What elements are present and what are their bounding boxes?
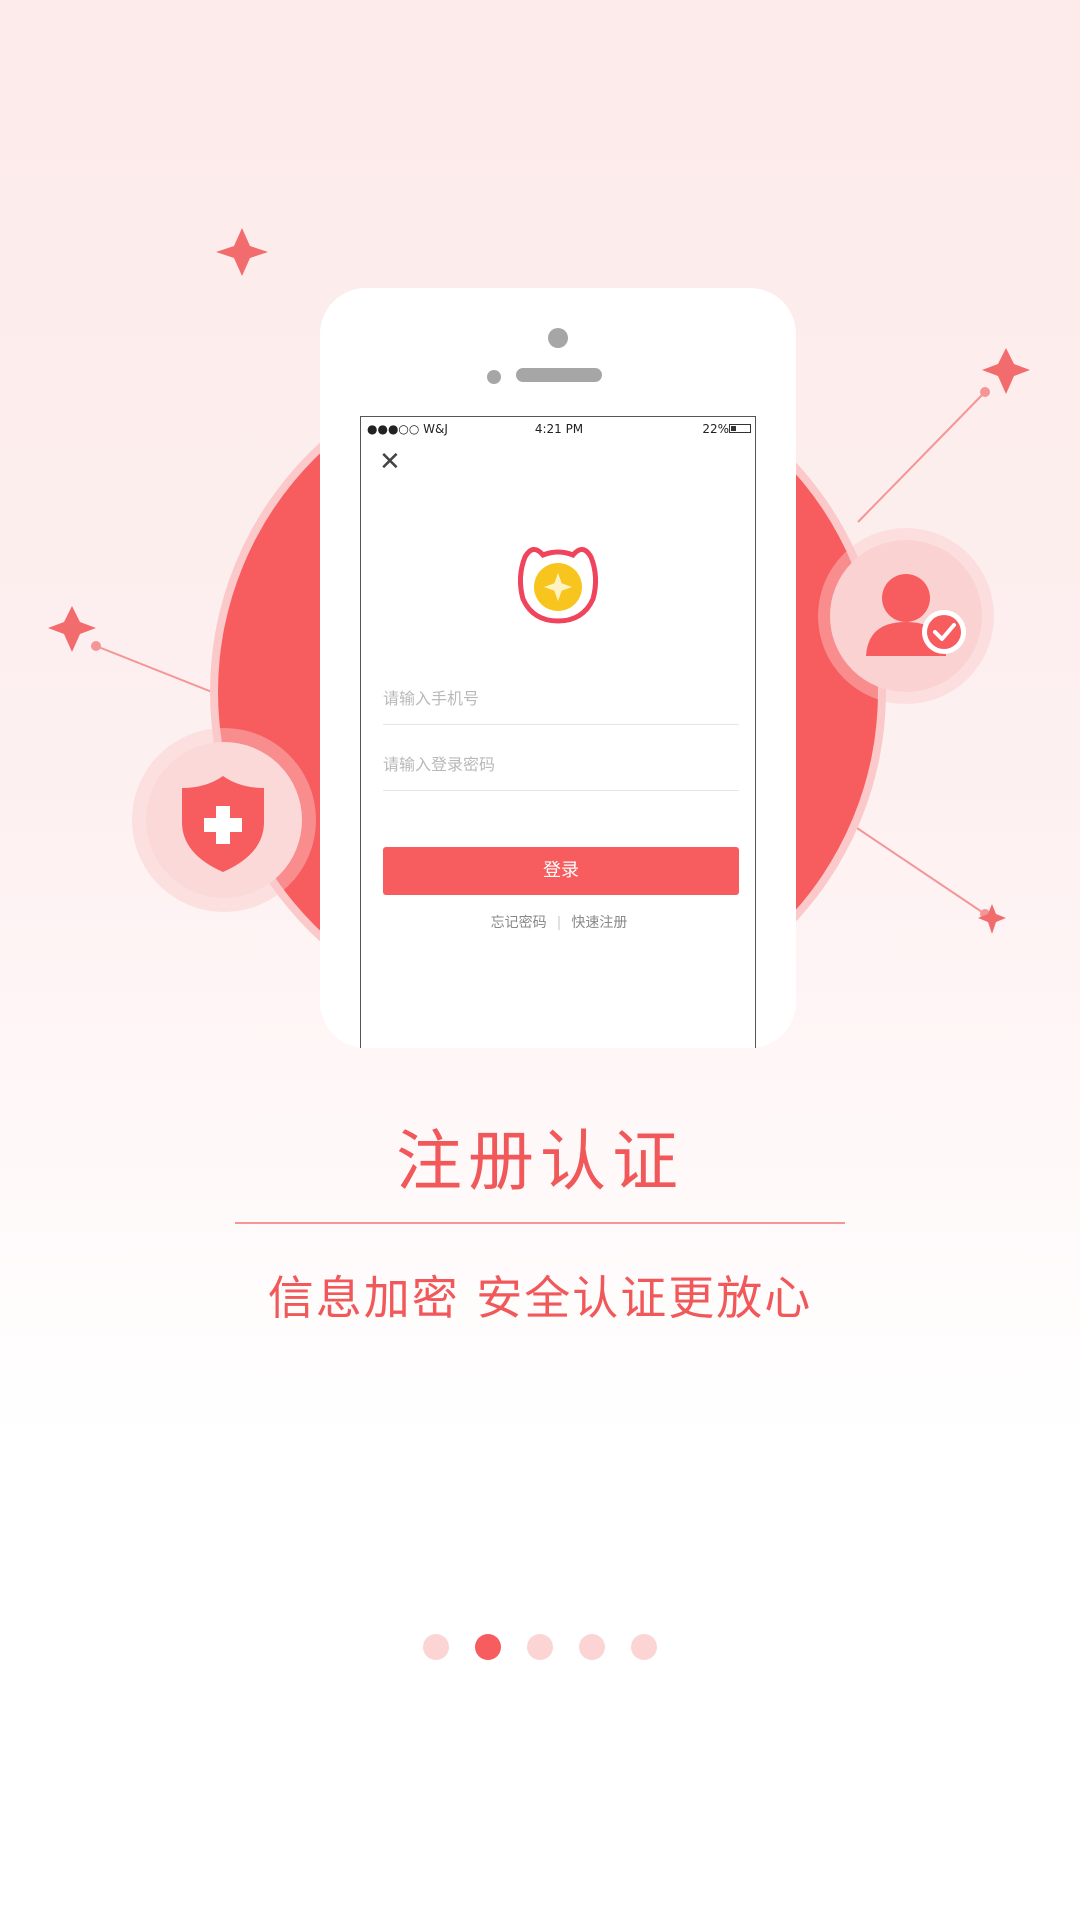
connector-dot xyxy=(980,387,990,397)
app-logo-icon xyxy=(517,547,599,624)
phone-field[interactable] xyxy=(383,669,739,725)
page-dot[interactable] xyxy=(631,1634,657,1660)
connector-line xyxy=(844,819,986,915)
connector-dot xyxy=(91,641,101,651)
sparkle-icon xyxy=(978,904,1006,934)
page-dot[interactable] xyxy=(423,1634,449,1660)
hero-illustration: ●●●○○ W&J 4:21 PM 22% ✕ 登录 忘记密码 | 快速注册 xyxy=(0,0,1080,1048)
password-field[interactable] xyxy=(383,735,739,791)
sparkle-icon xyxy=(216,228,268,276)
connector-line xyxy=(95,645,213,693)
phone-speaker xyxy=(516,368,602,382)
battery-icon xyxy=(729,424,751,433)
phone-screen: ●●●○○ W&J 4:21 PM 22% ✕ 登录 忘记密码 | 快速注册 xyxy=(360,416,756,1048)
phone-sensor xyxy=(487,370,501,384)
sparkle-icon xyxy=(48,606,96,652)
phone-camera xyxy=(548,328,568,348)
login-button[interactable]: 登录 xyxy=(383,847,739,895)
user-verified-icon xyxy=(866,574,966,656)
forgot-password-link[interactable]: 忘记密码 xyxy=(491,915,547,931)
slide-title: 注册认证 xyxy=(396,1123,684,1200)
page-dot-active[interactable] xyxy=(475,1634,501,1660)
page-indicator xyxy=(0,1634,1080,1660)
password-input[interactable] xyxy=(383,755,739,774)
close-icon[interactable]: ✕ xyxy=(379,449,401,475)
link-separator: | xyxy=(556,915,562,931)
title-divider xyxy=(235,1222,845,1224)
battery-percent: 22% xyxy=(702,422,729,436)
page-dot[interactable] xyxy=(579,1634,605,1660)
phone-mockup: ●●●○○ W&J 4:21 PM 22% ✕ 登录 忘记密码 | 快速注册 xyxy=(320,288,796,1048)
status-bar: ●●●○○ W&J 4:21 PM 22% xyxy=(361,417,757,441)
sparkle-icon xyxy=(982,348,1030,394)
slide-subtitle: 信息加密 安全认证更放心 xyxy=(267,1271,813,1325)
status-time: 4:21 PM xyxy=(534,422,584,436)
shield-plus-icon xyxy=(182,776,264,872)
auth-links: 忘记密码 | 快速注册 xyxy=(361,912,757,932)
phone-input[interactable] xyxy=(383,689,739,708)
page-dot[interactable] xyxy=(527,1634,553,1660)
quick-register-link[interactable]: 快速注册 xyxy=(571,915,627,931)
connector-line xyxy=(857,391,986,523)
